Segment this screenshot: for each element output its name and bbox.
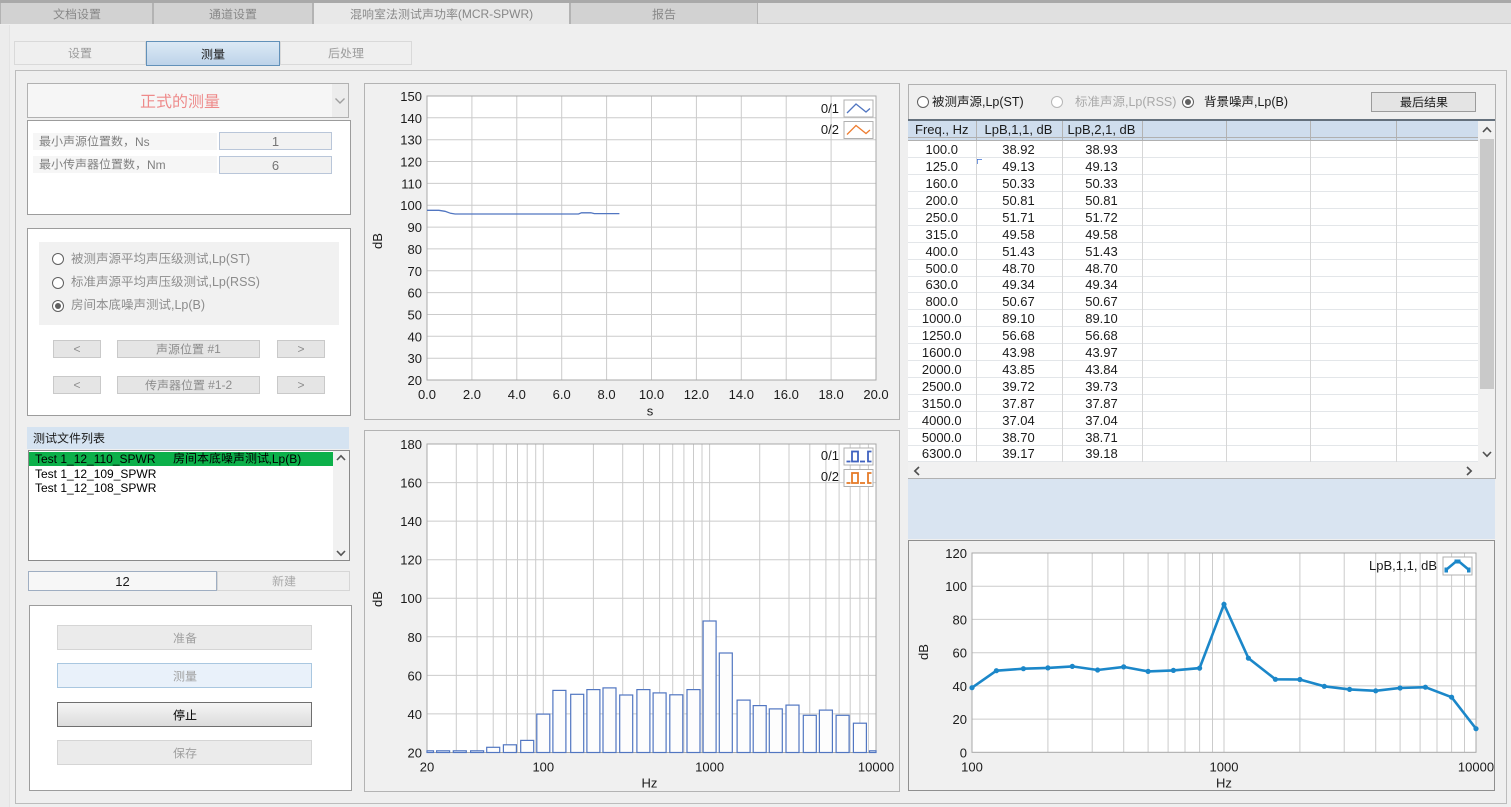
svg-text:40: 40 [408, 329, 422, 344]
svg-text:100: 100 [532, 760, 554, 775]
svg-text:100: 100 [400, 591, 422, 606]
svg-text:120: 120 [400, 553, 422, 568]
svg-text:16.0: 16.0 [774, 387, 799, 402]
svg-text:20.0: 20.0 [863, 387, 888, 402]
svg-text:20: 20 [408, 373, 422, 388]
svg-text:120: 120 [945, 546, 967, 561]
svg-text:0/2: 0/2 [821, 469, 839, 484]
svg-text:2.0: 2.0 [463, 387, 481, 402]
svg-text:30: 30 [408, 351, 422, 366]
svg-text:140: 140 [400, 514, 422, 529]
svg-text:80: 80 [408, 630, 422, 645]
svg-text:70: 70 [408, 264, 422, 279]
svg-text:40: 40 [408, 707, 422, 722]
svg-text:180: 180 [400, 437, 422, 452]
svg-text:80: 80 [408, 242, 422, 257]
svg-text:Hz: Hz [1216, 776, 1232, 791]
svg-text:8.0: 8.0 [598, 387, 616, 402]
svg-text:20: 20 [420, 760, 434, 775]
svg-text:100: 100 [945, 579, 967, 594]
svg-text:10000: 10000 [858, 760, 894, 775]
svg-text:dB: dB [916, 644, 931, 660]
svg-text:18.0: 18.0 [818, 387, 843, 402]
svg-text:6.0: 6.0 [553, 387, 571, 402]
svg-text:dB: dB [370, 233, 385, 249]
svg-text:LpB,1,1, dB: LpB,1,1, dB [1369, 558, 1437, 573]
svg-text:80: 80 [953, 612, 967, 627]
svg-text:100: 100 [400, 198, 422, 213]
svg-text:0: 0 [960, 745, 967, 760]
svg-text:14.0: 14.0 [729, 387, 754, 402]
svg-text:40: 40 [953, 679, 967, 694]
svg-text:110: 110 [401, 176, 422, 191]
svg-text:dB: dB [370, 591, 385, 607]
svg-text:0/1: 0/1 [821, 448, 839, 463]
svg-text:60: 60 [408, 668, 422, 683]
svg-text:0/2: 0/2 [821, 122, 839, 137]
svg-text:60: 60 [408, 286, 422, 301]
svg-text:Hz: Hz [642, 776, 658, 791]
svg-text:120: 120 [400, 155, 422, 170]
svg-text:1000: 1000 [1210, 759, 1239, 774]
svg-text:150: 150 [400, 89, 422, 104]
svg-text:50: 50 [408, 308, 422, 323]
svg-text:1000: 1000 [695, 760, 724, 775]
svg-text:10000: 10000 [1458, 759, 1494, 774]
svg-text:20: 20 [953, 712, 967, 727]
svg-text:10.0: 10.0 [639, 387, 664, 402]
svg-text:12.0: 12.0 [684, 387, 709, 402]
svg-text:60: 60 [953, 646, 967, 661]
svg-text:160: 160 [400, 476, 422, 491]
svg-text:20: 20 [408, 746, 422, 761]
svg-text:0.0: 0.0 [418, 387, 436, 402]
svg-text:130: 130 [400, 133, 422, 148]
svg-text:4.0: 4.0 [508, 387, 526, 402]
svg-text:0/1: 0/1 [821, 101, 839, 116]
svg-text:90: 90 [408, 220, 422, 235]
svg-text:s: s [647, 404, 654, 419]
svg-text:100: 100 [961, 759, 983, 774]
svg-text:140: 140 [400, 111, 422, 126]
